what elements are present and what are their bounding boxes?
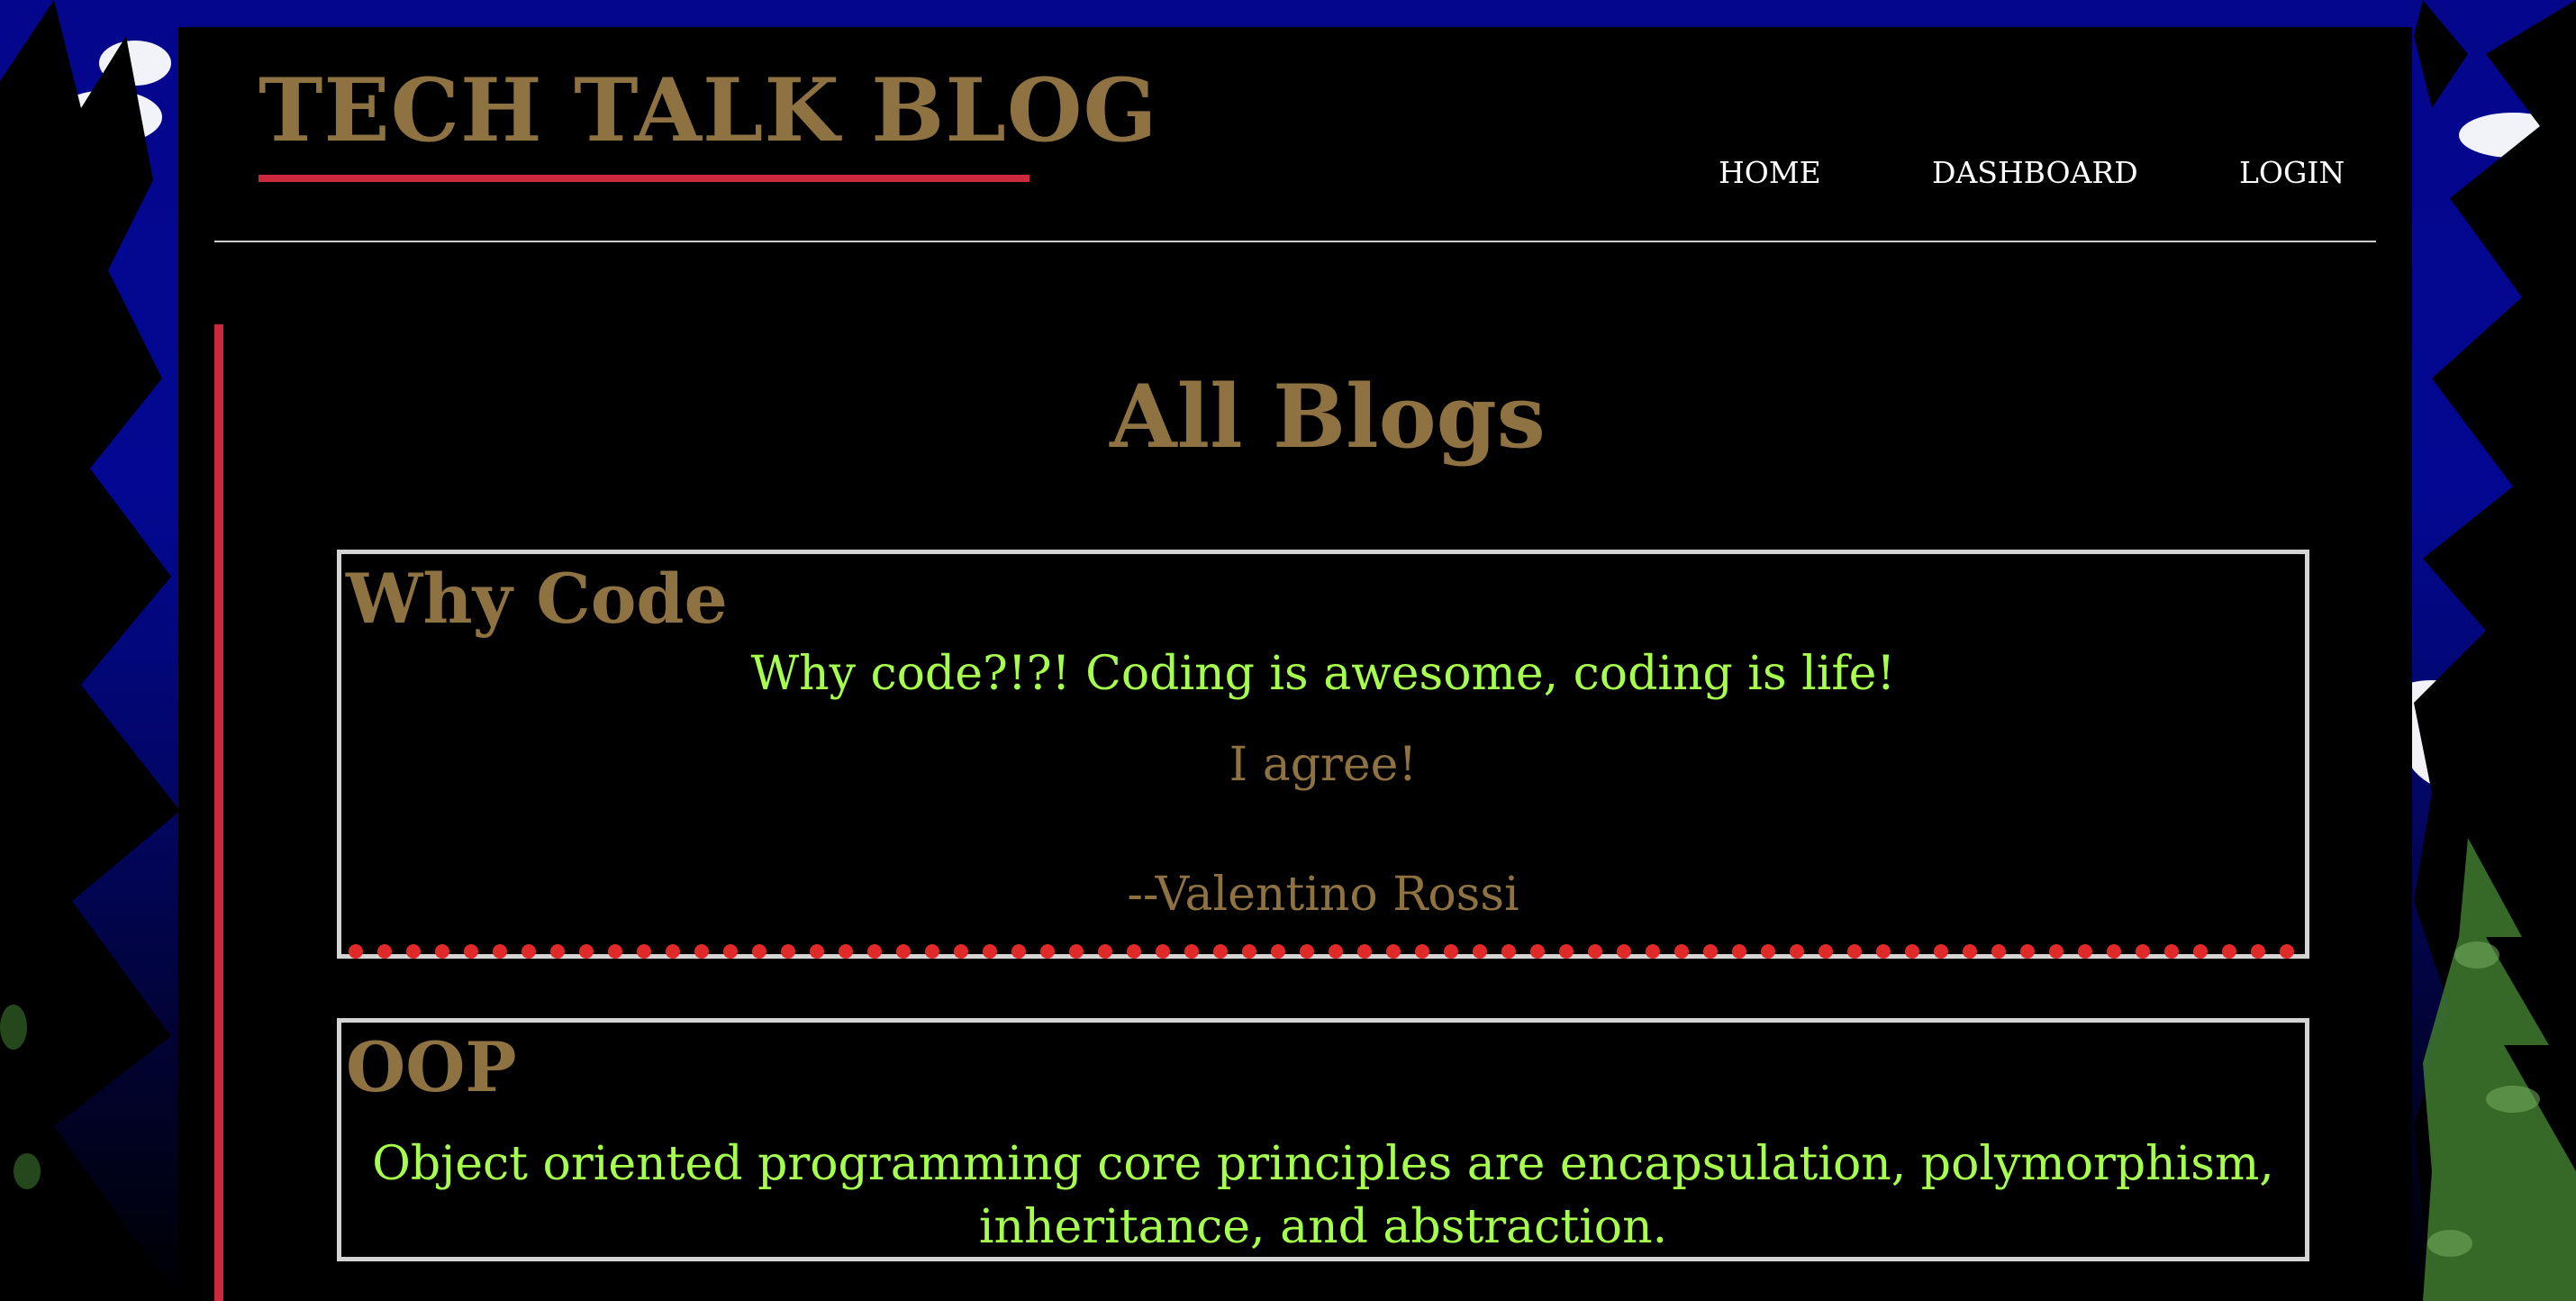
post-title[interactable]: OOP xyxy=(346,1030,517,1105)
post-title[interactable]: Why Code xyxy=(346,561,728,637)
nav-login-link[interactable]: LOGIN xyxy=(2239,155,2345,190)
nav-dashboard-link[interactable]: DASHBOARD xyxy=(1932,155,2138,190)
header-divider xyxy=(214,241,2376,242)
blog-post-card[interactable]: Why Code Why code?!?! Coding is awesome,… xyxy=(337,550,2309,960)
main-panel: TECH TALK BLOG HOME DASHBOARD LOGIN All … xyxy=(178,27,2412,1301)
comment-author: --Valentino Rossi xyxy=(1127,868,1519,922)
brand-underline xyxy=(259,175,1029,182)
post-body: Object oriented programming core princip… xyxy=(372,1137,2274,1254)
dotted-border xyxy=(341,943,2305,960)
site-header: TECH TALK BLOG HOME DASHBOARD LOGIN xyxy=(178,27,2412,214)
blog-post-card[interactable]: OOP Object oriented programming core pri… xyxy=(337,1018,2309,1261)
post-body: Why code?!?! Coding is awesome, coding i… xyxy=(750,647,1896,701)
comment-text: I agree! xyxy=(1229,738,1418,792)
brand-logo-link[interactable]: TECH TALK BLOG xyxy=(259,63,1157,159)
nav-home-link[interactable]: HOME xyxy=(1719,155,1821,190)
page-title: All Blogs xyxy=(1110,366,1546,468)
content-accent-bar xyxy=(214,324,223,1301)
